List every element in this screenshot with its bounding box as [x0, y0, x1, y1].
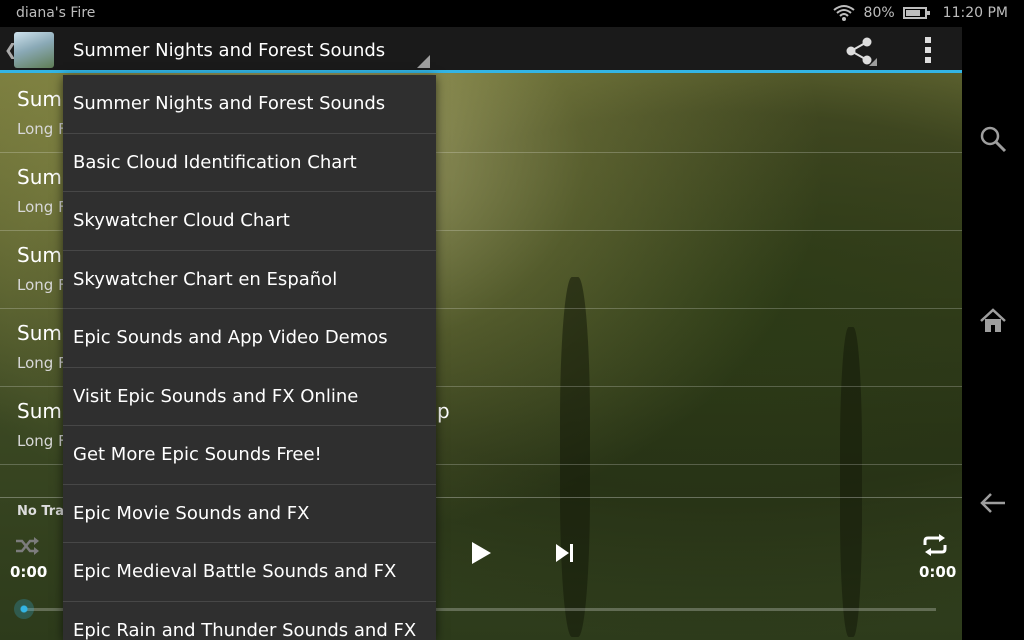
- dropdown-option[interactable]: Get More Epic Sounds Free!: [63, 426, 436, 485]
- status-indicators: 80% 11:20 PM: [832, 4, 1008, 22]
- home-icon[interactable]: [979, 307, 1007, 335]
- dropdown-option[interactable]: Epic Sounds and App Video Demos: [63, 309, 436, 368]
- wifi-icon: [832, 5, 855, 21]
- clock: 11:20 PM: [942, 5, 1008, 21]
- battery-icon: [902, 7, 930, 19]
- device-name: diana's Fire: [16, 5, 96, 21]
- dropdown-option[interactable]: Epic Movie Sounds and FX: [63, 485, 436, 543]
- track-title-tail: p: [437, 399, 450, 423]
- dropdown-option[interactable]: Epic Medieval Battle Sounds and FX: [63, 543, 436, 602]
- navigation-spinner-title[interactable]: Summer Nights and Forest Sounds: [73, 40, 385, 61]
- track-subtitle: Long F: [17, 432, 67, 450]
- track-subtitle: Long F: [17, 276, 67, 294]
- battery-percent: 80%: [863, 5, 895, 21]
- skip-next-icon[interactable]: [555, 543, 575, 563]
- total-time: 0:00: [919, 563, 957, 581]
- play-icon[interactable]: [470, 541, 492, 565]
- app-window: Sum Long F Sum Long F Sum Long F Sum Lon…: [0, 27, 962, 640]
- system-navigation-bar: [962, 27, 1024, 640]
- track-title: Sum: [17, 399, 62, 423]
- overflow-menu-icon[interactable]: [918, 36, 938, 64]
- battery-fill: [905, 10, 921, 16]
- status-bar: diana's Fire 80% 11:20 PM: [0, 0, 1024, 27]
- dropdown-option[interactable]: Visit Epic Sounds and FX Online: [63, 368, 436, 426]
- shuffle-icon[interactable]: [14, 535, 40, 557]
- track-subtitle: Long F: [17, 120, 67, 138]
- dropdown-option[interactable]: Summer Nights and Forest Sounds: [63, 75, 436, 134]
- elapsed-time: 0:00: [10, 563, 48, 581]
- share-icon[interactable]: [843, 36, 877, 66]
- repeat-icon[interactable]: [921, 533, 949, 557]
- search-icon[interactable]: [979, 125, 1007, 153]
- track-title: Sum: [17, 321, 62, 345]
- track-subtitle: Long F: [17, 354, 67, 372]
- spinner-indicator-icon[interactable]: [417, 55, 430, 68]
- action-bar: ❮ Summer Nights and Forest Sounds: [0, 27, 962, 73]
- navigation-dropdown: Summer Nights and Forest Sounds Basic Cl…: [63, 75, 436, 640]
- back-icon[interactable]: [979, 489, 1007, 517]
- track-title: Sum: [17, 243, 62, 267]
- seek-thumb[interactable]: [14, 599, 34, 619]
- dropdown-option[interactable]: Epic Rain and Thunder Sounds and FX: [63, 602, 436, 640]
- track-subtitle: Long F: [17, 198, 67, 216]
- track-title: Sum: [17, 87, 62, 111]
- app-icon[interactable]: [14, 32, 54, 68]
- dropdown-option[interactable]: Basic Cloud Identification Chart: [63, 134, 436, 192]
- track-title: Sum: [17, 165, 62, 189]
- dropdown-option[interactable]: Skywatcher Chart en Español: [63, 251, 436, 309]
- dropdown-option[interactable]: Skywatcher Cloud Chart: [63, 192, 436, 251]
